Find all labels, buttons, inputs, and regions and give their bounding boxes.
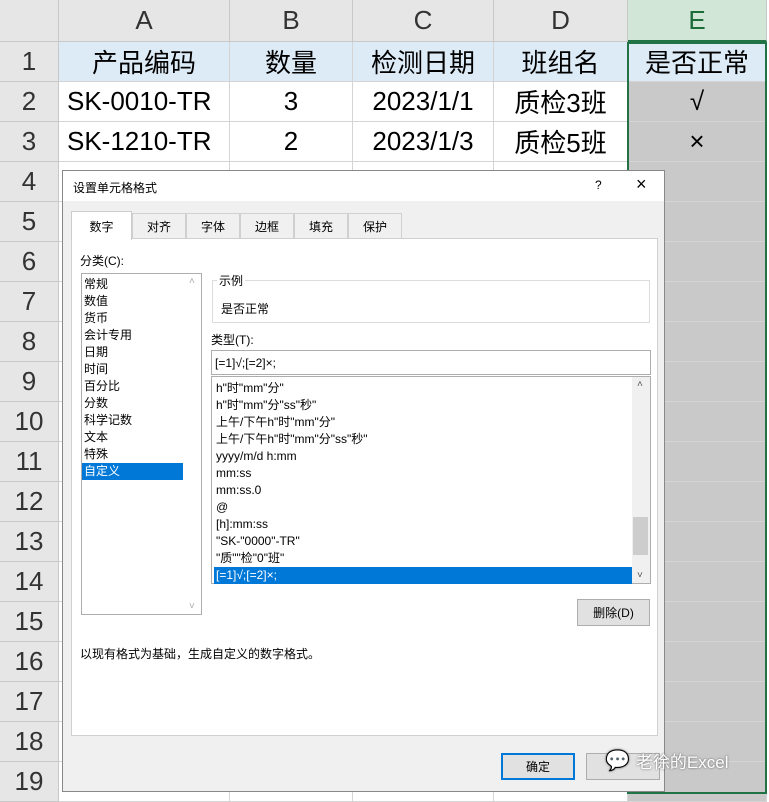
category-item[interactable]: 科学记数 xyxy=(82,412,183,429)
description-text: 以现有格式为基础，生成自定义的数字格式。 xyxy=(80,647,321,661)
scroll-down-icon[interactable]: ˅ xyxy=(189,601,195,612)
row-header-4[interactable]: 4 xyxy=(0,162,59,202)
watermark: 💬 老徐的Excel xyxy=(605,748,728,773)
category-item[interactable]: 特殊 xyxy=(82,446,183,463)
tab-5[interactable]: 保护 xyxy=(348,213,402,239)
header-cell[interactable]: 是否正常 xyxy=(628,42,767,82)
format-list[interactable]: ˄ ˅ h"时"mm"分" h"时"mm"分"ss"秒" 上午/下午h"时"mm"分… xyxy=(211,376,651,584)
type-label: 类型(T): xyxy=(211,333,254,347)
watermark-text: 老徐的Excel xyxy=(635,753,729,772)
format-item[interactable]: "SK-"0000"-TR" xyxy=(214,533,632,550)
format-item[interactable]: 上午/下午h"时"mm"分" xyxy=(214,414,632,431)
row-header-17[interactable]: 17 xyxy=(0,682,59,722)
scroll-up-icon[interactable]: ˄ xyxy=(189,276,195,287)
category-item[interactable]: 日期 xyxy=(82,344,183,361)
category-scrollbar[interactable]: ˄ ˅ xyxy=(186,274,201,614)
category-item[interactable]: 常规 xyxy=(82,276,183,293)
format-item[interactable]: mm:ss xyxy=(214,465,632,482)
format-item[interactable]: h"时"mm"分" xyxy=(214,380,632,397)
sample-label: 示例 xyxy=(217,272,246,289)
delete-button[interactable]: 删除(D) xyxy=(577,599,650,626)
tab-1[interactable]: 对齐 xyxy=(132,213,186,239)
category-item[interactable]: 时间 xyxy=(82,361,183,378)
row-header-2[interactable]: 2 xyxy=(0,82,59,122)
category-item[interactable]: 数值 xyxy=(82,293,183,310)
ok-button[interactable]: 确定 xyxy=(501,753,575,780)
column-header-b[interactable]: B xyxy=(230,0,353,42)
row-header-3[interactable]: 3 xyxy=(0,122,59,162)
category-item[interactable]: 百分比 xyxy=(82,378,183,395)
category-list[interactable]: ˄ ˅ 常规 数值 货币 会计专用 日期 时间 百分比 分数 科学记数 文本 特殊 自定义 xyxy=(81,273,202,615)
scroll-thumb[interactable] xyxy=(633,517,648,555)
number-tab-panel: 分类(C): ˄ ˅ 常规 数值 货币 会计专用 日期 时间 百分比 分数 科学记数 文本 特殊 自定… xyxy=(71,238,658,736)
category-item[interactable]: 文本 xyxy=(82,429,183,446)
tab-2[interactable]: 字体 xyxy=(186,213,240,239)
sample-group: 示例 是否正常 xyxy=(212,272,650,323)
format-item[interactable]: h"时"mm"分"ss"秒" xyxy=(214,397,632,414)
row-header-11[interactable]: 11 xyxy=(0,442,59,482)
tab-0[interactable]: 数字 xyxy=(71,211,132,240)
dialog-title: 设置单元格格式 xyxy=(73,181,158,195)
row-header-6[interactable]: 6 xyxy=(0,242,59,282)
format-scrollbar[interactable]: ˄ ˅ xyxy=(632,377,650,583)
cell[interactable]: × xyxy=(628,122,767,162)
column-header-a[interactable]: A xyxy=(59,0,230,42)
row-header-8[interactable]: 8 xyxy=(0,322,59,362)
row-header-1[interactable]: 1 xyxy=(0,42,59,82)
row-header-14[interactable]: 14 xyxy=(0,562,59,602)
cell[interactable]: 质检5班 xyxy=(494,122,628,162)
format-item[interactable]: mm:ss.0 xyxy=(214,482,632,499)
sample-value: 是否正常 xyxy=(221,302,270,316)
cell[interactable]: 3 xyxy=(230,82,353,122)
column-header-c[interactable]: C xyxy=(353,0,494,42)
category-item[interactable]: 会计专用 xyxy=(82,327,183,344)
help-button[interactable]: ? xyxy=(595,178,602,192)
header-cell[interactable]: 产品编码 xyxy=(59,42,230,82)
scroll-down-icon[interactable]: ˅ xyxy=(637,570,643,581)
category-item[interactable]: 分数 xyxy=(82,395,183,412)
wechat-icon: 💬 xyxy=(605,750,630,772)
cell[interactable]: 质检3班 xyxy=(494,82,628,122)
cell[interactable]: 2023/1/1 xyxy=(353,82,494,122)
header-cell[interactable]: 数量 xyxy=(230,42,353,82)
cell[interactable]: SK-0010-TR xyxy=(59,82,230,122)
format-cells-dialog: 设置单元格格式 ? × 数字 对齐 字体 边框 填充 保护 分类(C): ˄ ˅ 常规 数值… xyxy=(62,170,665,792)
close-button[interactable]: × xyxy=(636,174,647,195)
row-header-15[interactable]: 15 xyxy=(0,602,59,642)
row-header-12[interactable]: 12 xyxy=(0,482,59,522)
format-item[interactable]: [h]:mm:ss xyxy=(214,516,632,533)
row-header-5[interactable]: 5 xyxy=(0,202,59,242)
row-header-10[interactable]: 10 xyxy=(0,402,59,442)
tab-4[interactable]: 填充 xyxy=(294,213,348,239)
format-item[interactable]: "质""检"0"班" xyxy=(214,550,632,567)
select-all-corner[interactable] xyxy=(0,0,59,42)
row-header-19[interactable]: 19 xyxy=(0,762,59,802)
cell[interactable]: √ xyxy=(628,82,767,122)
scroll-up-icon[interactable]: ˄ xyxy=(637,379,643,390)
dialog-title-bar: 设置单元格格式 ? × xyxy=(63,171,664,201)
type-input[interactable]: [=1]√;[=2]×; xyxy=(211,350,651,375)
header-cell[interactable]: 检测日期 xyxy=(353,42,494,82)
format-item[interactable]: [=1]√;[=2]×; xyxy=(214,567,632,584)
category-item[interactable]: 自定义 xyxy=(82,463,183,480)
header-cell[interactable]: 班组名 xyxy=(494,42,628,82)
row-header-7[interactable]: 7 xyxy=(0,282,59,322)
cell[interactable]: 2 xyxy=(230,122,353,162)
format-item[interactable]: 上午/下午h"时"mm"分"ss"秒" xyxy=(214,431,632,448)
cell[interactable]: 2023/1/3 xyxy=(353,122,494,162)
column-header-d[interactable]: D xyxy=(494,0,628,42)
category-item[interactable]: 货币 xyxy=(82,310,183,327)
column-header-e[interactable]: E xyxy=(628,0,767,42)
row-header-18[interactable]: 18 xyxy=(0,722,59,762)
format-item[interactable]: @ xyxy=(214,499,632,516)
format-item[interactable]: yyyy/m/d h:mm xyxy=(214,448,632,465)
cell[interactable]: SK-1210-TR xyxy=(59,122,230,162)
row-header-16[interactable]: 16 xyxy=(0,642,59,682)
row-header-13[interactable]: 13 xyxy=(0,522,59,562)
category-label: 分类(C): xyxy=(80,254,124,268)
row-header-9[interactable]: 9 xyxy=(0,362,59,402)
tab-3[interactable]: 边框 xyxy=(240,213,294,239)
